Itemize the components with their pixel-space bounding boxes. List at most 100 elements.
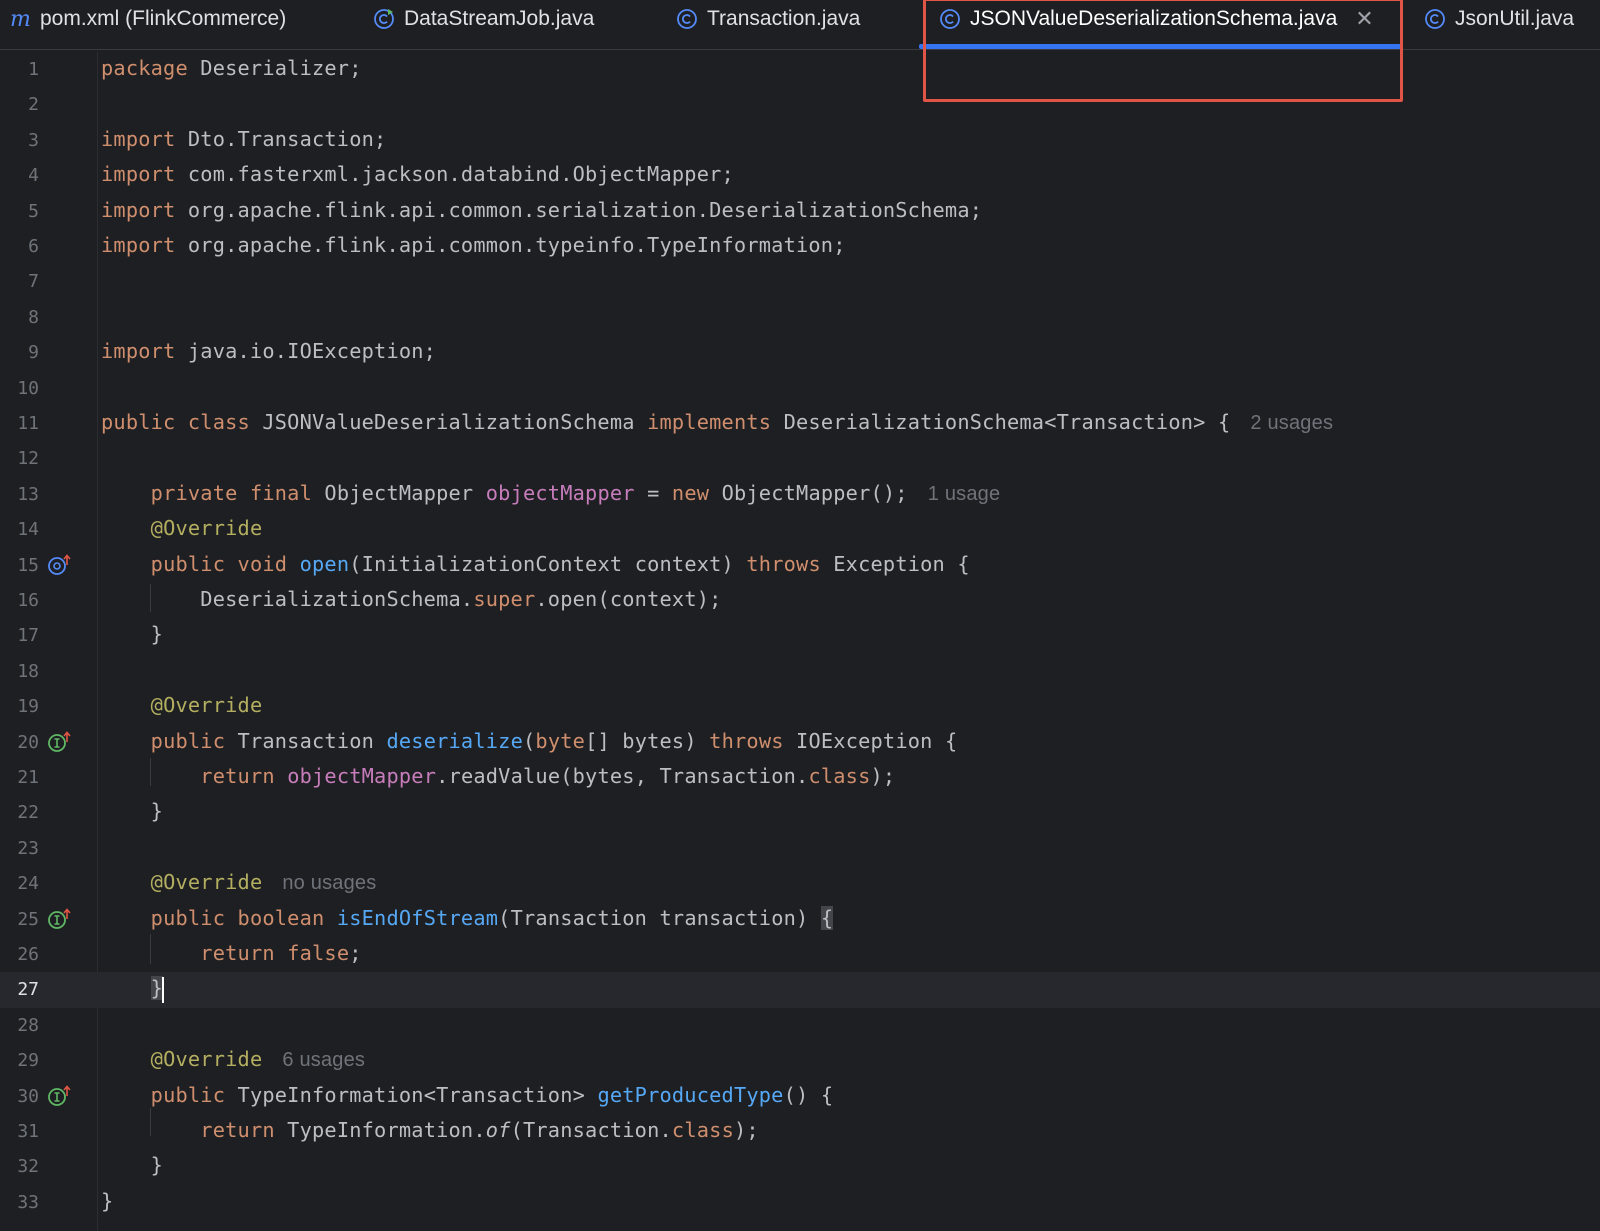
tab-label: pom.xml (FlinkCommerce) [40, 7, 287, 30]
line-number: 31 [17, 1121, 39, 1142]
line-number: 8 [28, 306, 39, 328]
tab-jsonutil[interactable]: JsonUtil.java [1423, 0, 1574, 38]
code-line: 11 public class JSONValueDeserialization… [0, 406, 1600, 441]
code-editor[interactable]: 1 package Deserializer; 2 3 import Dto.T… [0, 52, 1600, 1231]
implements-method-icon[interactable] [47, 1084, 73, 1108]
code-text: public Transaction deserialize(byte[] by… [150, 728, 958, 753]
line-number: 1 [28, 59, 39, 80]
line-number: 24 [17, 873, 39, 895]
code-text: @Override 6 usages [150, 1047, 366, 1072]
runnable-class-icon [372, 7, 396, 31]
code-text: @Override [150, 693, 263, 718]
line-number: 30 [17, 1085, 39, 1107]
code-line: 16 DeserializationSchema.super.open(cont… [0, 583, 1600, 618]
code-line: 18 [0, 654, 1600, 689]
code-line-current: 27 } [0, 972, 1600, 1008]
class-icon [938, 7, 962, 31]
line-number: 5 [28, 200, 39, 222]
tab-label: DataStreamJob.java [404, 7, 595, 30]
code-line: 3 import Dto.Transaction; [0, 123, 1600, 158]
code-text: } [101, 1188, 114, 1213]
line-number: 21 [17, 767, 39, 788]
usages-hint[interactable]: no usages [282, 872, 376, 894]
usages-hint[interactable]: 1 usage [928, 483, 1001, 505]
code-text: DeserializationSchema.super.open(context… [200, 587, 722, 611]
line-number: 12 [17, 448, 39, 470]
line-number: 2 [28, 94, 39, 116]
code-line: 14 @Override [0, 512, 1600, 547]
tab-label: Transaction.java [707, 7, 861, 30]
code-line: 28 [0, 1008, 1600, 1043]
code-text: } [150, 622, 164, 647]
implements-method-icon[interactable] [47, 730, 73, 754]
line-number: 23 [17, 837, 39, 859]
line-number: 19 [17, 696, 39, 718]
line-number: 27 [17, 979, 39, 1001]
line-number: 11 [17, 413, 39, 434]
line-number: 13 [17, 483, 39, 505]
code-line: 26 return false; [0, 937, 1600, 972]
code-text: return false; [200, 941, 362, 965]
code-line: 8 [0, 300, 1600, 335]
code-text: return objectMapper.readValue(bytes, Tra… [200, 764, 896, 788]
code-line: 29 @Override 6 usages [0, 1043, 1600, 1078]
code-text: private final ObjectMapper objectMapper … [150, 480, 1001, 505]
line-number: 17 [17, 625, 39, 647]
code-line: 20 public Transaction deserialize(byte[]… [0, 725, 1600, 760]
code-line: 4 import com.fasterxml.jackson.databind.… [0, 158, 1600, 193]
usages-hint[interactable]: 2 usages [1250, 412, 1333, 434]
code-text: public TypeInformation<Transaction> getP… [150, 1082, 834, 1107]
usages-hint[interactable]: 6 usages [282, 1049, 365, 1071]
editor-tab-bar: m pom.xml (FlinkCommerce) DataStreamJob.… [0, 0, 1600, 50]
close-tab-icon[interactable]: ✕ [1355, 8, 1373, 30]
line-number: 32 [17, 1156, 39, 1178]
code-text: import java.io.IOException; [101, 339, 437, 364]
code-line: 1 package Deserializer; [0, 52, 1600, 87]
tab-jsonvaluedeserializationschema[interactable]: JSONValueDeserializationSchema.java ✕ [938, 0, 1374, 38]
code-text: } [150, 799, 164, 824]
overrides-method-icon[interactable] [47, 553, 73, 577]
tab-transaction[interactable]: Transaction.java [675, 0, 860, 38]
code-text: @Override no usages [150, 870, 377, 895]
code-line: 24 @Override no usages [0, 866, 1600, 901]
code-line: 19 @Override [0, 689, 1600, 724]
class-icon [1423, 7, 1447, 31]
maven-m-icon: m [8, 7, 32, 31]
code-line: 25 public boolean isEndOfStream(Transact… [0, 902, 1600, 937]
tab-pom-xml[interactable]: m pom.xml (FlinkCommerce) [8, 0, 286, 38]
code-text: import Dto.Transaction; [101, 126, 387, 151]
code-text: return TypeInformation.of(Transaction.cl… [200, 1118, 759, 1142]
tab-label: JsonUtil.java [1455, 7, 1575, 30]
implements-method-icon[interactable] [47, 907, 73, 931]
code-line: 23 [0, 831, 1600, 866]
class-icon [675, 7, 699, 31]
code-text: import org.apache.flink.api.common.typei… [101, 233, 846, 257]
code-line: 33 } [0, 1185, 1600, 1220]
code-text: public class JSONValueDeserializationSch… [101, 410, 1334, 434]
line-number: 7 [28, 271, 39, 293]
code-text: } [101, 976, 165, 1003]
code-text: public boolean isEndOfStream(Transaction… [150, 905, 834, 930]
matched-brace: { [820, 905, 834, 930]
svg-text:m: m [10, 7, 31, 31]
code-text: package Deserializer; [101, 56, 362, 80]
line-number: 14 [17, 519, 39, 541]
line-number: 28 [17, 1014, 39, 1036]
code-text: import com.fasterxml.jackson.databind.Ob… [101, 162, 734, 187]
line-number: 20 [17, 731, 39, 753]
code-text: public void open(InitializationContext c… [150, 551, 970, 576]
code-line: 10 [0, 371, 1600, 406]
code-line: 32 } [0, 1149, 1600, 1184]
code-line: 6 import org.apache.flink.api.common.typ… [0, 229, 1600, 264]
code-text: } [150, 1153, 164, 1178]
code-text: import org.apache.flink.api.common.seria… [101, 197, 983, 222]
code-line: 13 private final ObjectMapper objectMapp… [0, 477, 1600, 512]
code-line: 22 } [0, 795, 1600, 830]
code-line: 21 return objectMapper.readValue(bytes, … [0, 760, 1600, 795]
line-number: 6 [28, 236, 39, 257]
code-line: 30 public TypeInformation<Transaction> g… [0, 1079, 1600, 1114]
text-caret [162, 976, 165, 1003]
line-number: 26 [17, 944, 39, 965]
code-line: 7 [0, 264, 1600, 299]
tab-datastreamjob[interactable]: DataStreamJob.java [372, 0, 594, 38]
